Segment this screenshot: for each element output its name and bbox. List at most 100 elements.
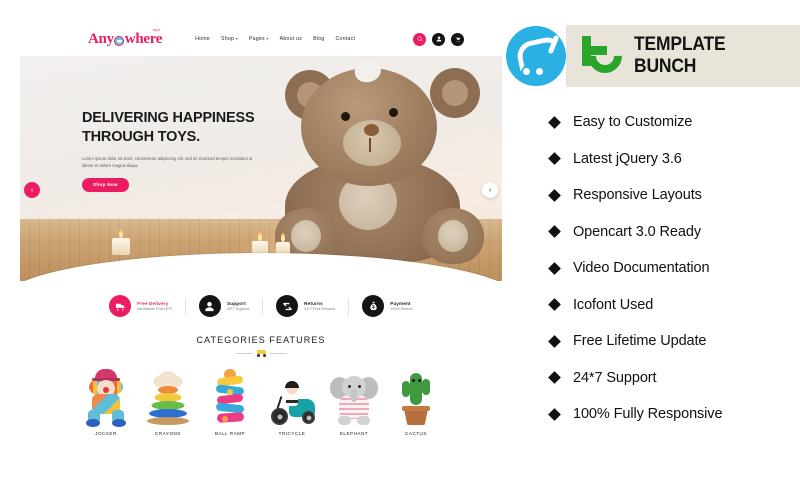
diamond-bullet-icon [548, 261, 561, 275]
bear-foot-right [422, 208, 484, 264]
service-item-returns: Returns 24*7 Free Returns [263, 295, 348, 317]
nav-item-blog[interactable]: Blog [313, 36, 324, 42]
feature-label: Responsive Layouts [573, 187, 702, 204]
promo-banner: Any where toys Home Shop ▾ Pages ▾ About u… [0, 0, 800, 500]
category-name: JOCKER [95, 431, 117, 436]
truck-icon [109, 295, 132, 317]
section-divider [20, 350, 502, 357]
cart-icon[interactable] [451, 32, 464, 46]
category-list: JOCKER CRAYONS BALL RAMP TRICYCLE ELEPHA… [20, 365, 502, 436]
ball-ramp-icon [213, 369, 247, 425]
bear-eye-left [341, 112, 350, 121]
feature-item: 24*7 Support [548, 360, 800, 397]
categories-title: CATEGORIES FEATURES [196, 335, 326, 345]
logo-text-right: where [124, 30, 163, 47]
service-subtitle: 24*7 Free Returns [304, 307, 336, 312]
brand-name: TEMPLATE BUNCH [634, 34, 726, 77]
feature-label: Video Documentation [573, 260, 710, 277]
feature-label: Latest jQuery 3.6 [573, 150, 682, 167]
hero-heading-line-1: DELIVERING HAPPINESS [82, 110, 255, 126]
service-features-strip: Free Delivery Worldwide From $75 Support… [20, 281, 502, 329]
service-item-payment: Payment 100% Secure [349, 295, 426, 317]
nav-item-contact[interactable]: Contact [336, 36, 356, 42]
service-title: Support [226, 300, 246, 306]
carousel-prev-arrow-icon[interactable]: ‹ [24, 182, 40, 198]
bear-mouth [369, 138, 371, 152]
diamond-bullet-icon [548, 371, 561, 385]
category-item-cactus[interactable]: CACTUS [385, 365, 447, 436]
feature-item: Video Documentation [548, 250, 800, 287]
template-bunch-logo-icon [580, 31, 630, 81]
service-title: Free Delivery [137, 300, 169, 306]
diamond-bullet-icon [548, 334, 561, 348]
elephant-plush-icon [330, 375, 378, 425]
feature-label: Opencart 3.0 Ready [573, 223, 701, 240]
teddy-bear-image [267, 59, 492, 267]
nav-item-home[interactable]: Home [195, 36, 210, 42]
feature-label: Free Lifetime Update [573, 333, 707, 350]
search-icon[interactable] [413, 32, 426, 46]
service-subtitle: 24*7 Support [226, 307, 250, 312]
chevron-down-icon: ▾ [235, 36, 238, 41]
hero-heading-line-2: THROUGH TOYS. [82, 129, 200, 146]
service-subtitle: Worldwide From $75 [137, 307, 172, 312]
diamond-bullet-icon [548, 407, 561, 421]
category-name: ELEPHANT [339, 431, 369, 436]
toy-car-icon [256, 350, 267, 357]
service-item-free-delivery: Free Delivery Worldwide From $75 [96, 295, 185, 317]
nav-label: Home [195, 36, 211, 42]
account-icon[interactable] [432, 32, 445, 46]
bear-nose [364, 124, 379, 136]
feature-label: Easy to Customize [573, 114, 693, 131]
feature-item: Icofont Used [548, 287, 800, 324]
nav-label: About us [279, 36, 303, 42]
bear-ear-right [430, 68, 480, 118]
main-nav: Home Shop ▾ Pages ▾ About us Blog Contact [195, 36, 355, 42]
nav-item-about-us[interactable]: About us [280, 36, 302, 42]
opencart-logo-icon [506, 26, 566, 86]
hero-heading: DELIVERING HAPPINESS THROUGH TOYS. [82, 109, 292, 148]
hero-copy: DELIVERING HAPPINESS THROUGH TOYS. Lorem… [82, 109, 292, 192]
money-bag-icon [362, 295, 385, 317]
diamond-bullet-icon [548, 188, 561, 202]
feature-item: Easy to Customize [548, 104, 800, 141]
service-title: Returns [304, 300, 323, 306]
category-item-ball-ramp[interactable]: BALL RAMP [199, 365, 261, 436]
category-name: CACTUS [405, 431, 427, 436]
feature-label: Icofont Used [573, 296, 654, 313]
feature-label: 24*7 Support [573, 369, 657, 386]
categories-section: CATEGORIES FEATURES JOCKER CRAYONS BALL … [20, 329, 502, 436]
diamond-bullet-icon [548, 225, 561, 239]
brand-bar: TEMPLATE BUNCH [504, 22, 800, 90]
nav-item-shop[interactable]: Shop ▾ [221, 36, 238, 42]
hero-slider: DELIVERING HAPPINESS THROUGH TOYS. Lorem… [20, 56, 502, 281]
nav-item-pages[interactable]: Pages ▾ [249, 36, 269, 42]
logo-text-left: Any [88, 30, 114, 47]
diamond-bullet-icon [548, 298, 561, 312]
shop-now-button[interactable]: Shop Now [82, 177, 129, 192]
site-logo[interactable]: Any where toys [88, 28, 163, 47]
candle-icon [112, 238, 130, 255]
category-item-crayons[interactable]: CRAYONS [137, 365, 199, 436]
feature-item: Responsive Layouts [548, 177, 800, 214]
marketing-panel: TEMPLATE BUNCH Easy to Customize Latest … [504, 0, 800, 500]
site-header: Any where toys Home Shop ▾ Pages ▾ About u… [20, 22, 502, 56]
user-support-icon [198, 295, 221, 317]
carousel-next-arrow-icon[interactable]: › [482, 182, 498, 198]
logo-face-icon [114, 35, 125, 46]
category-image [75, 365, 137, 427]
nav-label: Blog [313, 36, 325, 42]
feature-label: 100% Fully Responsive [573, 406, 723, 423]
returns-icon [276, 295, 299, 317]
website-preview: Any where toys Home Shop ▾ Pages ▾ About u… [20, 22, 502, 485]
stacking-rings-icon [146, 371, 190, 425]
feature-item: Opencart 3.0 Ready [548, 214, 800, 251]
feature-item: Free Lifetime Update [548, 323, 800, 360]
service-item-support: Support 24*7 Support [186, 295, 262, 317]
nav-label: Pages [248, 36, 265, 42]
category-image [323, 365, 385, 425]
nav-label: Shop [221, 36, 235, 42]
category-item-tricycle[interactable]: TRICYCLE [261, 365, 323, 436]
category-item-elephant[interactable]: ELEPHANT [323, 365, 385, 436]
category-item-jocker[interactable]: JOCKER [75, 365, 137, 436]
